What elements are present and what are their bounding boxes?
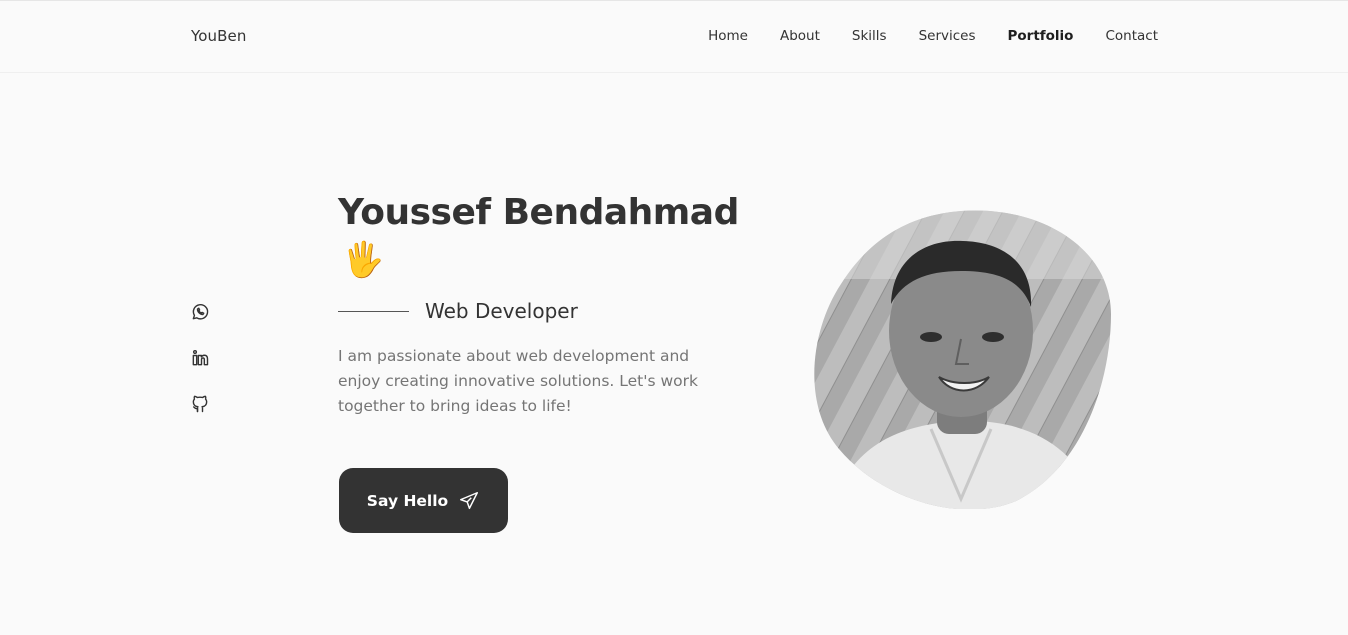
whatsapp-icon[interactable] [190,302,210,324]
github-icon[interactable] [190,394,210,416]
site-logo[interactable]: YouBen [191,27,246,45]
hero-role: Web Developer [425,299,578,323]
nav-about[interactable]: About [780,28,820,44]
main-nav: Home About Skills Services Portfolio Con… [676,28,1158,44]
nav-services[interactable]: Services [919,28,976,44]
hero-name: Youssef Bendahmad [338,192,739,233]
nav-skills[interactable]: Skills [852,28,887,44]
nav-contact[interactable]: Contact [1105,28,1158,44]
role-divider [338,310,409,312]
nav-portfolio[interactable]: Portfolio [1008,28,1074,44]
linkedin-icon[interactable] [190,348,210,370]
hero-description: I am passionate about web development an… [338,347,698,415]
nav-home[interactable]: Home [708,28,748,44]
say-hello-button[interactable]: Say Hello [339,468,508,533]
social-links [190,302,210,416]
say-hello-label: Say Hello [366,491,449,510]
hero-intro: Youssef Bendahmad 🖐 Web Developer I am p… [338,190,739,533]
wave-emoji: 🖐 [342,240,385,280]
send-icon [460,491,479,509]
site-header: YouBen Home About Skills Services Portfo… [0,1,1348,73]
role-row: Web Developer [338,299,578,323]
profile-photo [814,210,1112,509]
